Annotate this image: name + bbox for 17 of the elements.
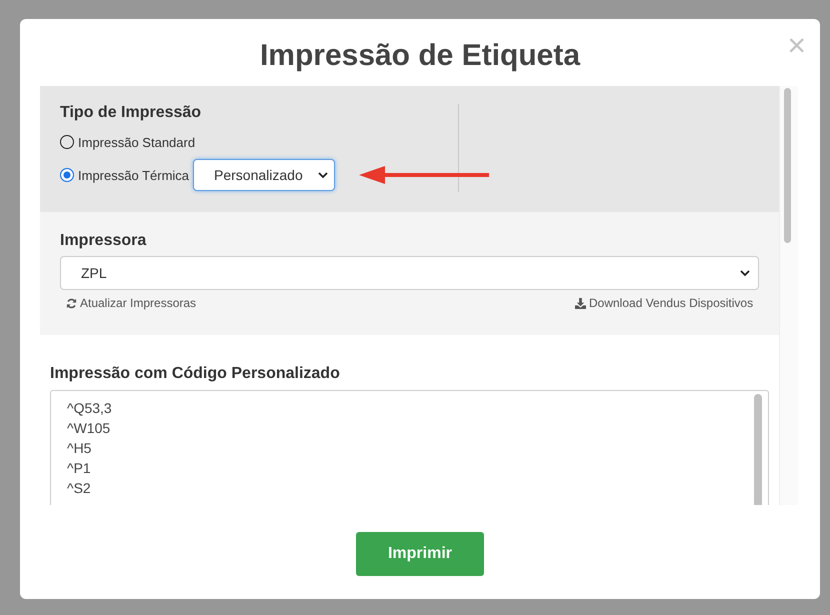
modal-title: Impressão de Etiqueta	[260, 38, 580, 72]
scrollbar-thumb[interactable]	[784, 88, 792, 243]
scrollbar-thumb[interactable]	[754, 394, 762, 505]
chevron-icon	[740, 270, 750, 276]
code-textarea[interactable]: ^Q53,3 ^W105 ^H5 ^P1 ^S2	[50, 390, 770, 505]
section-label: Impressão com Código Personalizado	[50, 365, 341, 383]
download-link[interactable]: Download Vendus Dispositivos	[575, 296, 754, 310]
refresh-link[interactable]: Atualizar Impressoras	[66, 296, 196, 310]
radio-option[interactable]: Impressão Térmica	[60, 168, 190, 182]
chevron-icon	[318, 172, 328, 178]
section-label: Tipo de Impressão	[60, 104, 202, 122]
printer-select[interactable]: ZPL	[60, 256, 760, 290]
section-label: Impressora	[60, 232, 148, 250]
thermal-select[interactable]: Personalizado	[193, 159, 336, 191]
radio-option[interactable]: Impressão Standard	[60, 134, 196, 150]
download-icon	[575, 298, 586, 308]
refresh-icon	[66, 298, 77, 308]
